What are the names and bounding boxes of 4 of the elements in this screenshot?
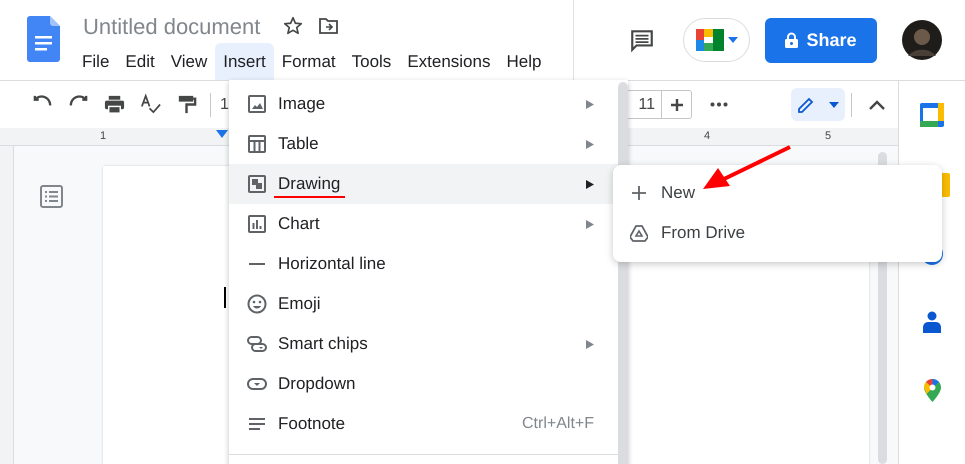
shortcut-text: Ctrl+Alt+F — [522, 414, 594, 434]
ruler-number: 1 — [100, 130, 106, 142]
ruler-number: 5 — [825, 130, 832, 142]
ruler-number: 4 — [704, 130, 710, 142]
